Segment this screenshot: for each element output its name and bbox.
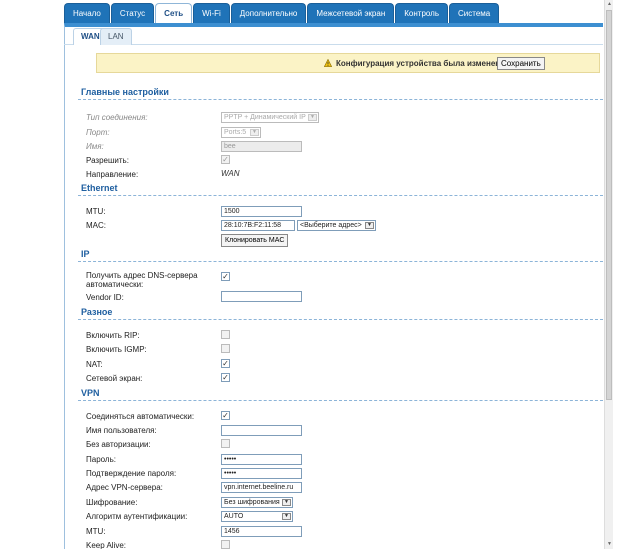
nat-checkbox[interactable]: ✓ [221,359,230,368]
name-input: bee [221,141,302,152]
vpn-noauth-checkbox[interactable] [221,439,230,448]
vpn-server-input[interactable]: vpn.internet.beeline.ru [221,482,302,493]
vertical-scrollbar[interactable]: ▲ ▼ [604,0,613,549]
vpn-mtu-input[interactable]: 1456 [221,526,302,537]
mac-label: MAC: [86,221,106,230]
rip-label: Включить RIP: [86,331,140,340]
mac-select[interactable]: <Выберите адрес> ▼ [297,220,376,231]
warning-icon [324,59,332,67]
igmp-label: Включить IGMP: [86,345,147,354]
top-nav: Начало Статус Сеть Wi-Fi Дополнительно М… [64,2,500,24]
tab-advanced[interactable]: Дополнительно [230,3,307,24]
tab-network[interactable]: Сеть [155,3,193,24]
vpn-auth-label: Алгоритм аутентификации: [86,512,188,521]
vpn-password-label: Пароль: [86,455,116,464]
nat-label: NAT: [86,360,103,369]
scrollbar-thumb[interactable] [606,10,612,400]
tab-status[interactable]: Статус [110,3,155,24]
chevron-down-icon: ▼ [308,114,317,121]
vpn-auto-label: Соединяться автоматически: [86,412,195,421]
conn-type-select: PPTP + Динамический IP ▼ [221,112,319,123]
vendor-id-label: Vendor ID: [86,293,124,302]
vpn-encryption-label: Шифрование: [86,498,138,507]
dns-auto-checkbox[interactable]: ✓ [221,272,230,281]
vpn-mtu-label: MTU: [86,527,106,536]
vendor-id-input[interactable] [221,291,302,302]
dns-auto-label: Получить адрес DNS-сервера автоматически… [86,271,198,289]
section-ethernet-title: Ethernet [78,183,603,196]
notice-message: Конфигурация устройства была изменена [336,59,505,68]
scroll-down-icon[interactable]: ▼ [605,540,614,549]
direction-value: WAN [221,169,240,178]
vpn-auth-select[interactable]: AUTO ▼ [221,511,293,522]
port-value: Ports:5 [224,129,247,136]
save-button[interactable]: Сохранить [497,57,545,70]
tab-home[interactable]: Начало [64,3,110,24]
port-label: Порт: [86,128,110,137]
firewall-label: Сетевой экран: [86,374,143,383]
chevron-down-icon: ▼ [282,513,291,520]
mac-select-value: <Выберите адрес> [300,222,362,229]
tab-system[interactable]: Система [449,3,500,24]
vpn-auto-checkbox[interactable]: ✓ [221,411,230,420]
chevron-down-icon: ▼ [365,222,374,229]
port-select: Ports:5 ▼ [221,127,261,138]
chevron-down-icon: ▼ [282,499,291,506]
chevron-down-icon: ▼ [250,129,259,136]
vpn-noauth-label: Без авторизации: [86,440,151,449]
tab-wifi[interactable]: Wi-Fi [193,3,230,24]
conn-type-value: PPTP + Динамический IP [224,114,306,121]
vpn-auth-value: AUTO [224,513,244,520]
rip-checkbox[interactable] [221,330,230,339]
vpn-encryption-value: Без шифрования [224,499,280,506]
sub-nav: WAN LAN [64,26,603,45]
section-main-title: Главные настройки [78,87,603,100]
keepalive-checkbox[interactable] [221,540,230,549]
eth-mtu-label: MTU: [86,207,106,216]
conn-type-label: Тип соединения: [86,113,148,122]
tab-firewall[interactable]: Межсетевой экран [307,3,395,24]
clone-mac-button[interactable]: Клонировать MAC [221,234,289,247]
eth-mtu-input[interactable]: 1500 [221,206,302,217]
allow-label: Разрешить: [86,156,129,165]
name-label: Имя: [86,142,104,151]
keepalive-label: Keep Alive: [86,541,127,549]
vpn-user-label: Имя пользователя: [86,426,157,435]
vpn-user-input[interactable] [221,425,302,436]
tab-control[interactable]: Контроль [395,3,448,24]
vpn-encryption-select[interactable]: Без шифрования ▼ [221,497,293,508]
vpn-password-input[interactable]: ••••• [221,454,302,465]
subtab-lan[interactable]: LAN [100,28,132,45]
vpn-confirm-input[interactable]: ••••• [221,468,302,479]
vpn-server-label: Адрес VPN-сервера: [86,483,163,492]
direction-label: Направление: [86,170,139,179]
config-changed-notice: Конфигурация устройства была изменена Со… [96,53,600,73]
section-misc-title: Разное [78,307,603,320]
scroll-up-icon[interactable]: ▲ [605,0,614,9]
vpn-confirm-label: Подтверждение пароля: [86,469,177,478]
section-vpn-title: VPN [78,388,603,401]
igmp-checkbox[interactable] [221,344,230,353]
firewall-checkbox[interactable]: ✓ [221,373,230,382]
mac-input[interactable]: 28:10:7B:F2:11:58 [221,220,295,231]
section-ip-title: IP [78,249,603,262]
allow-checkbox: ✓ [221,155,230,164]
